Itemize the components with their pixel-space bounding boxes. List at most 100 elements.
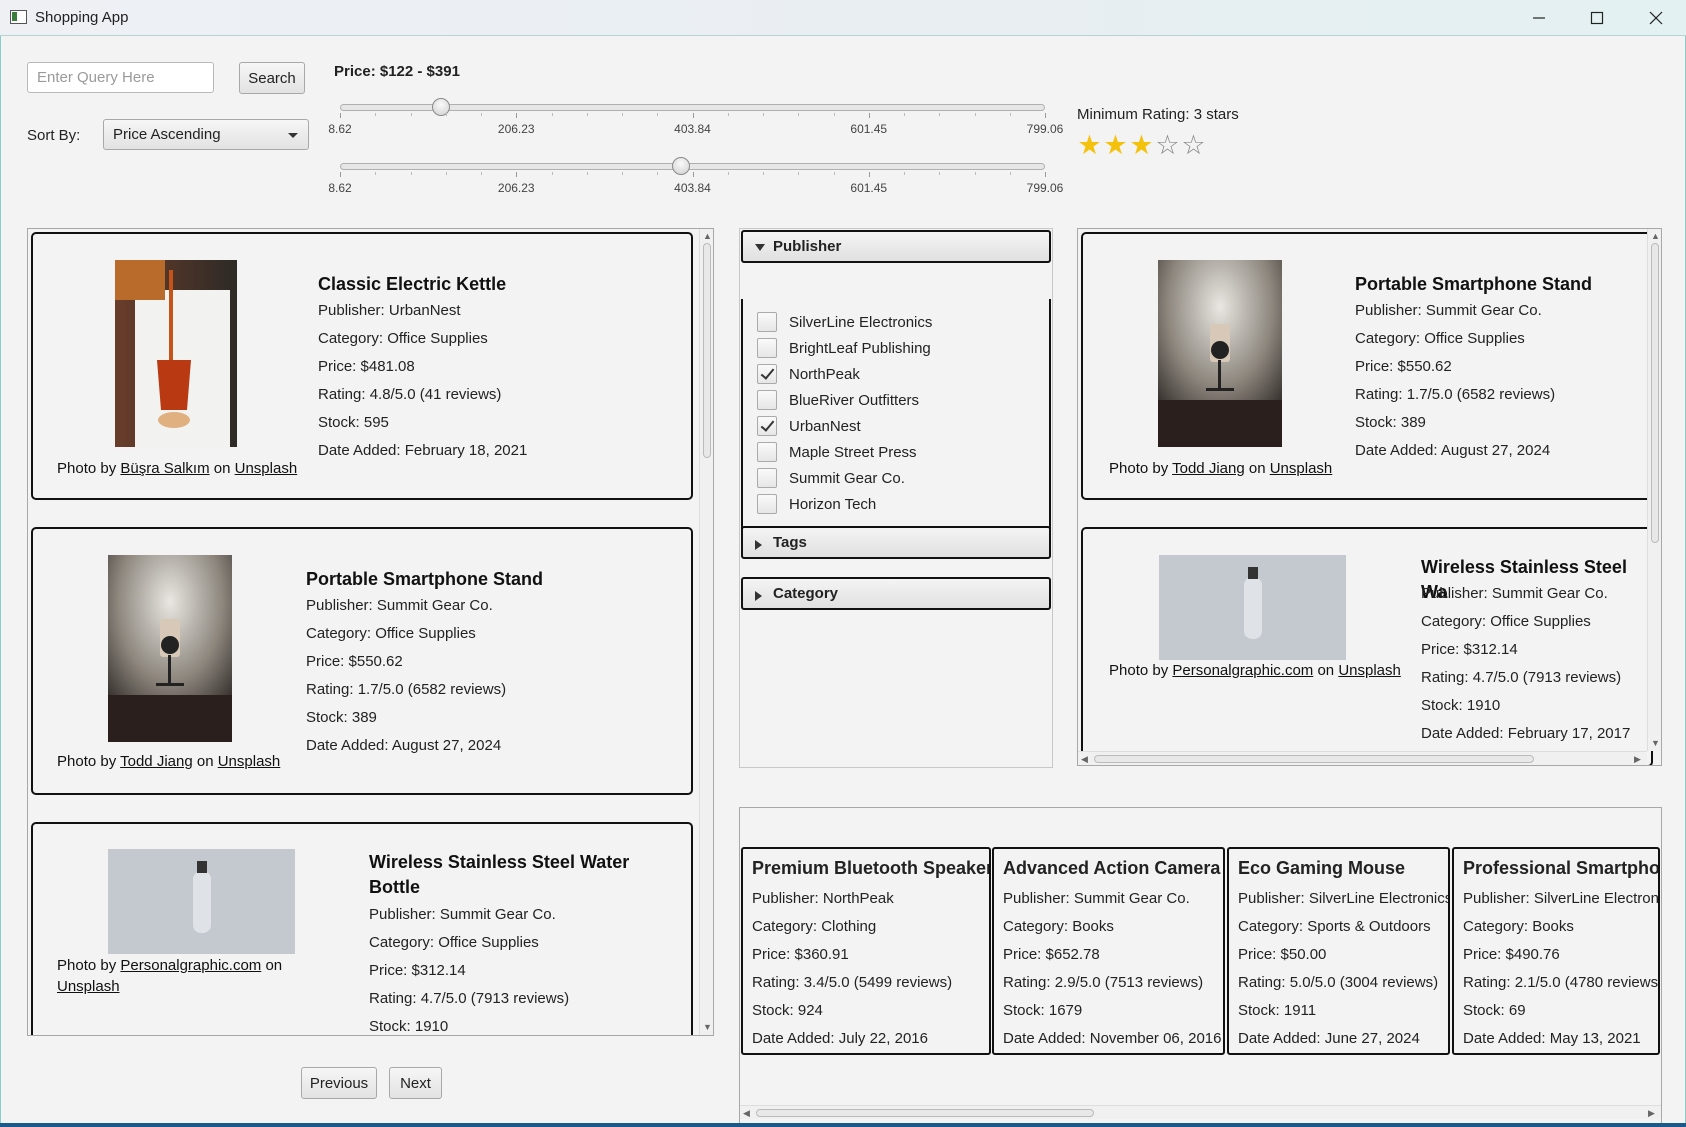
checkbox[interactable] (757, 494, 777, 514)
publisher-option[interactable]: SilverLine Electronics (757, 311, 932, 333)
app-content: Search Sort By: Price Ascending Price: $… (0, 36, 1686, 1127)
rating-stars[interactable]: ★ ★ ★ ☆ ☆ (1077, 132, 1206, 159)
right-product-list-panel[interactable]: Photo by Todd Jiang on Unsplash Portable… (1077, 228, 1662, 766)
scrollbar-thumb[interactable] (703, 243, 711, 458)
horizontal-scrollbar[interactable]: ◀ ▶ (740, 1105, 1661, 1119)
slider-tick-label: 206.23 (497, 181, 535, 195)
scroll-right-icon[interactable]: ▶ (1648, 1108, 1655, 1118)
search-button[interactable]: Search (239, 62, 305, 94)
search-input[interactable] (27, 62, 214, 93)
product-card[interactable]: Premium Bluetooth Speaker Publisher: Nor… (741, 847, 991, 1055)
publisher-option[interactable]: Maple Street Press (757, 441, 917, 463)
close-button[interactable] (1627, 0, 1685, 36)
sort-dropdown[interactable]: Price Ascending (103, 119, 309, 150)
product-date: Date Added: August 27, 2024 (1355, 442, 1551, 459)
maximize-button[interactable] (1568, 0, 1626, 36)
scroll-right-icon[interactable]: ▶ (1634, 754, 1641, 764)
star-filled-icon[interactable]: ★ (1129, 132, 1154, 159)
slider-tick-label: 403.84 (674, 181, 711, 195)
product-publisher: Publisher: SilverLine Electronics (1238, 890, 1450, 907)
product-card[interactable]: Eco Gaming Mouse Publisher: SilverLine E… (1227, 847, 1450, 1055)
unsplash-link[interactable]: Unsplash (218, 753, 281, 770)
star-filled-icon[interactable]: ★ (1103, 132, 1128, 159)
next-button[interactable]: Next (389, 1067, 442, 1099)
scrollbar-thumb[interactable] (756, 1109, 1094, 1117)
scroll-down-icon[interactable]: ▼ (1651, 738, 1660, 748)
minimum-rating-label: Minimum Rating: 3 stars (1077, 106, 1239, 123)
checkbox[interactable] (757, 468, 777, 488)
slider-minor-tick (481, 113, 482, 116)
photo-credit: Photo by Todd Jiang on Unsplash (1109, 460, 1333, 477)
product-category: Category: Office Supplies (306, 625, 476, 642)
checkbox[interactable] (757, 338, 777, 358)
checkbox[interactable] (757, 364, 777, 384)
photographer-link[interactable]: Personalgraphic.com (120, 957, 261, 974)
slider-thumb[interactable] (672, 157, 691, 175)
checkbox[interactable] (757, 312, 777, 332)
product-name: Professional Smartphon (1463, 858, 1660, 878)
product-card[interactable]: Photo by Büşra Salkım on Unsplash Classi… (31, 232, 693, 500)
price-min-slider[interactable]: 8.62 206.23 403.84 601.45 799.06 (328, 98, 1063, 148)
unsplash-link[interactable]: Unsplash (235, 460, 298, 477)
publisher-option-label: SilverLine Electronics (789, 313, 933, 331)
product-publisher: Publisher: Summit Gear Co. (1355, 302, 1542, 319)
product-category: Category: Office Supplies (1421, 613, 1591, 630)
product-card[interactable]: Professional Smartphon Publisher: Silver… (1452, 847, 1660, 1055)
product-price: Price: $652.78 (1003, 946, 1100, 963)
horizontal-scrollbar[interactable]: ◀ ▶ (1078, 751, 1647, 765)
slider-minor-tick (904, 172, 905, 175)
publisher-option[interactable]: BrightLeaf Publishing (757, 337, 931, 359)
product-list-panel[interactable]: Photo by Büşra Salkım on Unsplash Classi… (27, 228, 714, 1036)
scrollbar-thumb[interactable] (1094, 755, 1534, 763)
scrollbar-thumb[interactable] (1651, 243, 1659, 543)
product-publisher: Publisher: SilverLine Electronic (1463, 890, 1660, 907)
product-date: Date Added: June 27, 2024 (1238, 1030, 1420, 1047)
checkbox[interactable] (757, 390, 777, 410)
scroll-down-icon[interactable]: ▼ (703, 1022, 712, 1032)
slider-major-tick (516, 113, 518, 118)
vertical-scrollbar[interactable]: ▲ ▼ (699, 229, 713, 1035)
photographer-link[interactable]: Personalgraphic.com (1172, 662, 1313, 679)
photographer-link[interactable]: Todd Jiang (120, 753, 193, 770)
product-stock: Stock: 924 (752, 1002, 823, 1019)
checkbox[interactable] (757, 416, 777, 436)
publisher-option[interactable]: Summit Gear Co. (757, 467, 905, 489)
photographer-link[interactable]: Büşra Salkım (120, 460, 209, 477)
price-max-slider[interactable]: 8.62 206.23 403.84 601.45 799.06 (328, 157, 1063, 207)
product-card[interactable]: Photo by Todd Jiang on Unsplash Portable… (31, 527, 693, 795)
product-price: Price: $490.76 (1463, 946, 1560, 963)
publisher-option[interactable]: UrbanNest (757, 415, 861, 437)
product-card[interactable]: Photo by Todd Jiang on Unsplash Portable… (1081, 232, 1653, 500)
scroll-left-icon[interactable]: ◀ (1081, 754, 1088, 764)
tags-filter-header[interactable]: Tags (741, 526, 1051, 559)
star-empty-icon[interactable]: ☆ (1155, 132, 1180, 159)
star-empty-icon[interactable]: ☆ (1181, 132, 1206, 159)
publisher-option[interactable]: Horizon Tech (757, 493, 876, 515)
vertical-scrollbar[interactable]: ▲ ▼ (1647, 229, 1661, 751)
unsplash-link[interactable]: Unsplash (57, 978, 120, 995)
photographer-link[interactable]: Todd Jiang (1172, 460, 1245, 477)
product-name: Classic Electric Kettle (318, 274, 507, 294)
slider-minor-tick (939, 172, 941, 175)
product-date: Date Added: August 27, 2024 (306, 737, 502, 754)
publisher-option[interactable]: BlueRiver Outfitters (757, 389, 919, 411)
scroll-left-icon[interactable]: ◀ (743, 1108, 750, 1118)
star-filled-icon[interactable]: ★ (1077, 132, 1102, 159)
product-name: Portable Smartphone Stand (306, 569, 544, 589)
previous-button[interactable]: Previous (301, 1067, 377, 1099)
slider-minor-tick (727, 172, 729, 175)
scroll-up-icon[interactable]: ▲ (703, 231, 712, 241)
publisher-option[interactable]: NorthPeak (757, 363, 860, 385)
product-card[interactable]: Photo by Personalgraphic.com on Unsplash… (1081, 527, 1653, 765)
category-filter-header[interactable]: Category (741, 577, 1051, 610)
minimize-button[interactable] (1510, 0, 1568, 36)
scroll-up-icon[interactable]: ▲ (1651, 231, 1660, 241)
slider-thumb[interactable] (432, 98, 451, 116)
unsplash-link[interactable]: Unsplash (1338, 662, 1401, 679)
checkbox[interactable] (757, 442, 777, 462)
unsplash-link[interactable]: Unsplash (1270, 460, 1333, 477)
publisher-filter-header[interactable]: Publisher (741, 230, 1051, 263)
product-card[interactable]: Photo by Personalgraphic.com on Unsplash… (31, 822, 693, 1035)
product-stock: Stock: 389 (306, 709, 377, 726)
product-card[interactable]: Advanced Action Camera Publisher: Summit… (992, 847, 1225, 1055)
